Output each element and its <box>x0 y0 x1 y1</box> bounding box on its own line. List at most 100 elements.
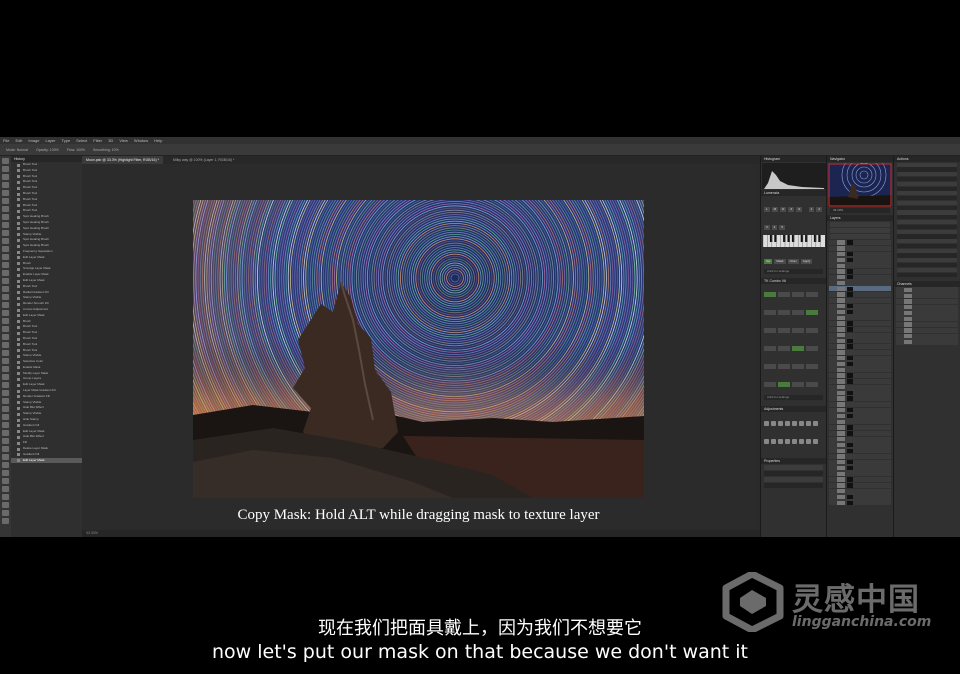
tool-icon[interactable] <box>2 374 9 380</box>
action-item[interactable] <box>897 219 957 225</box>
layer-mask-thumbnail[interactable] <box>847 321 853 326</box>
layer-row[interactable] <box>829 332 891 338</box>
menu-item-view[interactable]: View <box>119 137 128 144</box>
channel-row[interactable] <box>896 316 958 322</box>
tool-icon[interactable] <box>2 518 9 524</box>
layer-row[interactable] <box>829 425 891 431</box>
layer-mask-thumbnail[interactable] <box>847 344 853 349</box>
layer-filter-row[interactable] <box>830 222 890 227</box>
layer-mask-thumbnail[interactable] <box>847 361 853 367</box>
layer-mask-thumbnail[interactable] <box>847 269 853 274</box>
layer-mask-thumbnail[interactable] <box>847 396 853 401</box>
lumenzia-button[interactable]: L <box>764 207 770 212</box>
tk-button[interactable] <box>778 364 790 369</box>
channel-row[interactable] <box>896 322 958 328</box>
navigator-zoom[interactable]: 33.33% <box>830 208 890 213</box>
adjustment-icon[interactable] <box>785 421 790 426</box>
adjustment-icon[interactable] <box>799 439 804 444</box>
adjustment-icon[interactable] <box>764 421 769 426</box>
layer-row[interactable] <box>829 419 891 425</box>
tool-icon[interactable] <box>2 166 9 172</box>
tk-button[interactable] <box>764 346 776 351</box>
layer-mask-thumbnail[interactable] <box>847 379 853 384</box>
lumenzia-button[interactable]: 1 <box>808 207 815 212</box>
layer-row[interactable] <box>829 240 891 246</box>
tool-icon[interactable] <box>2 510 9 516</box>
layer-row[interactable] <box>829 384 891 390</box>
layer-mask-thumbnail[interactable] <box>847 303 853 309</box>
tool-icon[interactable] <box>2 270 9 276</box>
channel-row[interactable] <box>896 293 958 299</box>
menu-item-window[interactable]: Window <box>134 137 148 144</box>
adjustment-icon[interactable] <box>806 421 811 426</box>
tk-button[interactable] <box>764 328 776 333</box>
tool-icon[interactable] <box>2 358 9 364</box>
lumenzia-button[interactable]: D <box>780 207 787 212</box>
channel-row[interactable] <box>896 298 958 305</box>
tool-icon[interactable] <box>2 286 9 292</box>
layer-row[interactable] <box>829 297 891 303</box>
tk-button[interactable] <box>778 310 790 315</box>
tool-icon[interactable] <box>2 182 9 188</box>
tool-icon[interactable] <box>2 502 9 508</box>
channel-row[interactable] <box>896 339 958 345</box>
layer-mask-thumbnail[interactable] <box>847 373 853 378</box>
tk-button[interactable] <box>764 382 776 387</box>
action-item[interactable] <box>897 191 957 196</box>
adjustment-icon[interactable] <box>806 439 811 444</box>
layer-row[interactable] <box>829 263 891 269</box>
layer-row[interactable] <box>829 390 891 396</box>
layer-row[interactable] <box>829 448 891 454</box>
layer-mask-thumbnail[interactable] <box>847 257 853 263</box>
layer-row[interactable] <box>829 459 891 465</box>
menu-item-file[interactable]: File <box>3 137 9 144</box>
option-control[interactable]: Opacity: 100% <box>36 144 59 155</box>
tool-icon[interactable] <box>2 438 9 444</box>
histogram-tab[interactable]: Histogram <box>761 156 826 162</box>
layers-tab[interactable]: Layers <box>827 215 893 221</box>
tk-button[interactable] <box>792 328 804 333</box>
tool-icon[interactable] <box>2 174 9 180</box>
adjustment-icon[interactable] <box>799 421 804 426</box>
tool-icon[interactable] <box>2 454 9 460</box>
tk-button[interactable] <box>806 382 818 387</box>
layer-row[interactable] <box>829 326 891 332</box>
tk-button[interactable] <box>792 382 804 387</box>
option-control[interactable]: Flow: 100% <box>67 144 85 155</box>
option-control[interactable]: Smoothing: 10% <box>93 144 119 155</box>
layer-mask-thumbnail[interactable] <box>847 309 853 315</box>
document-tab[interactable]: Milky way @ 100% (Layer 1, RGB/16) * <box>169 156 238 164</box>
option-control[interactable]: Mode: Normal <box>6 144 28 155</box>
menu-item-3d[interactable]: 3D <box>108 137 113 144</box>
tk-button[interactable] <box>806 364 818 369</box>
layer-row[interactable] <box>829 367 891 373</box>
tool-icon[interactable] <box>2 318 9 324</box>
action-item[interactable] <box>897 181 957 186</box>
layer-mask-thumbnail[interactable] <box>847 356 853 361</box>
tk-button[interactable] <box>764 310 776 315</box>
tool-icon[interactable] <box>2 422 9 428</box>
action-item[interactable] <box>897 200 957 206</box>
layer-row[interactable] <box>829 280 891 286</box>
layer-row[interactable] <box>829 494 891 500</box>
tool-icon[interactable] <box>2 158 9 164</box>
layer-mask-thumbnail[interactable] <box>847 448 853 453</box>
layer-row[interactable] <box>829 355 891 361</box>
tool-icon[interactable] <box>2 326 9 332</box>
layer-row[interactable] <box>829 303 891 309</box>
properties-tab[interactable]: Properties <box>761 458 826 464</box>
layer-mask-thumbnail[interactable] <box>847 460 853 465</box>
layer-row[interactable] <box>829 378 891 384</box>
zone-keyboard[interactable] <box>763 235 825 247</box>
tk-button[interactable] <box>792 310 804 315</box>
layer-mask-thumbnail[interactable] <box>847 338 853 344</box>
action-item[interactable] <box>897 243 957 249</box>
layer-row[interactable] <box>829 407 891 413</box>
menu-item-type[interactable]: Type <box>62 137 71 144</box>
lumenzia-button[interactable]: Z <box>788 207 795 212</box>
menu-item-filter[interactable]: Filter <box>93 137 102 144</box>
action-item[interactable] <box>897 229 957 234</box>
layer-mask-thumbnail[interactable] <box>847 286 853 292</box>
navigator-tab[interactable]: Navigator <box>827 156 893 162</box>
tool-icon[interactable] <box>2 310 9 316</box>
